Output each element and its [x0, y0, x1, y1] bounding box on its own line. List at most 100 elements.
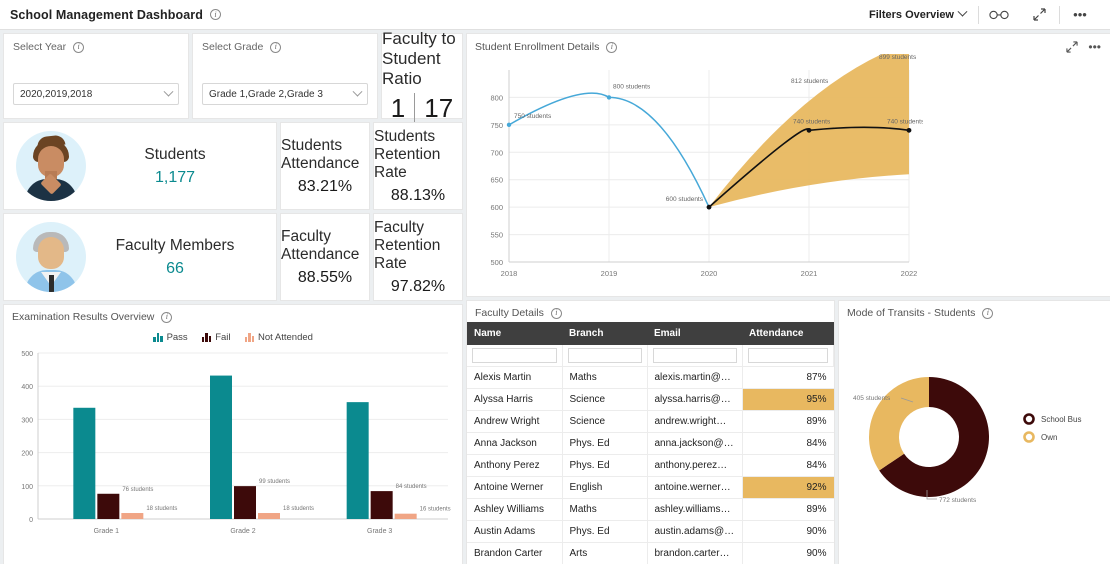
- chevron-down-icon: [957, 6, 968, 17]
- faculty-retention-card: Faculty Retention Rate 97.82%: [373, 213, 463, 301]
- svg-text:84 students: 84 students: [396, 484, 427, 490]
- info-icon[interactable]: i: [982, 307, 994, 319]
- svg-text:800: 800: [490, 93, 503, 102]
- cell-branch: English: [562, 476, 648, 499]
- info-icon[interactable]: i: [210, 9, 222, 20]
- table-row[interactable]: Andrew Wright Science andrew.wright@gm... 8…: [467, 410, 834, 433]
- legend-item-pass[interactable]: Pass: [153, 332, 188, 343]
- filters-overview-label: Filters Overview: [869, 8, 954, 21]
- info-icon[interactable]: i: [161, 311, 173, 323]
- enrollment-title: Student Enrollment Details: [475, 41, 600, 53]
- dashboard-body: Select Year i 2020,2019,2018 Select Grad…: [0, 28, 1110, 564]
- select-grade-dropdown[interactable]: Grade 1,Grade 2,Grade 3: [202, 83, 368, 105]
- column-header-name[interactable]: Name: [467, 322, 562, 345]
- select-grade-value: Grade 1,Grade 2,Grade 3: [209, 88, 323, 100]
- students-retention-value: 88.13%: [390, 186, 446, 204]
- info-icon[interactable]: i: [550, 307, 562, 319]
- cell-attendance: 95%: [742, 388, 834, 411]
- filter-cell-email: [647, 345, 743, 367]
- select-grade-label-wrap: Select Grade i: [202, 41, 368, 53]
- svg-text:650: 650: [490, 176, 503, 185]
- svg-text:812 students: 812 students: [791, 78, 829, 85]
- table-row[interactable]: Alyssa Harris Science alyssa.harris@gmai..…: [467, 388, 834, 411]
- select-grade-card: Select Grade i Grade 1,Grade 2,Grade 3: [192, 33, 378, 119]
- dashboard-root: School Management Dashboard i Filters Ov…: [0, 0, 1110, 564]
- cell-name: Anthony Perez: [467, 454, 563, 477]
- svg-text:2018: 2018: [501, 269, 518, 278]
- table-row[interactable]: Anna Jackson Phys. Ed anna.jackson@gma... 8…: [467, 432, 834, 455]
- filter-input-name[interactable]: [472, 348, 557, 363]
- table-row[interactable]: Austin AdamsPhys. Edaustin.adams@gma...9…: [467, 520, 834, 543]
- cell-name: Alexis Martin: [467, 366, 563, 389]
- cell-branch: Maths: [562, 498, 648, 521]
- select-year-label-wrap: Select Year i: [13, 41, 179, 53]
- faculty-retention-label: Faculty Retention Rate: [374, 218, 441, 272]
- faculty-details-card: Faculty Details i Name Branch Email Atte…: [466, 300, 835, 564]
- svg-text:600: 600: [490, 203, 503, 212]
- select-year-card: Select Year i 2020,2019,2018: [3, 33, 189, 119]
- svg-text:Grade 3: Grade 3: [367, 528, 392, 535]
- transits-title-wrap: Mode of Transits - Students i: [839, 301, 1110, 322]
- column-header-email[interactable]: Email: [647, 322, 742, 345]
- cell-attendance: 84%: [742, 432, 834, 455]
- info-icon[interactable]: i: [606, 41, 618, 53]
- legend-item-not-attended[interactable]: Not Attended: [244, 332, 313, 343]
- table-row[interactable]: Alexis Martin Maths alexis.martin@gmai... 8…: [467, 366, 834, 389]
- info-icon[interactable]: i: [270, 41, 282, 53]
- examination-chart: 0 100 200 300 400 500 Grade 1 76 students 18 stu…: [4, 345, 462, 564]
- svg-text:772 students: 772 students: [939, 497, 977, 504]
- table-row[interactable]: Ashley Williams Maths ashley.williams@g...…: [467, 498, 834, 521]
- cell-attendance: 89%: [742, 410, 834, 433]
- examination-title-wrap: Examination Results Overview i: [4, 305, 462, 326]
- select-year-dropdown[interactable]: 2020,2019,2018: [13, 83, 179, 105]
- expand-icon[interactable]: [1019, 0, 1059, 29]
- right-column: Student Enrollment Details i ••• 500 550 6…: [466, 33, 1110, 564]
- table-row[interactable]: Brandon CarterArtsbrandon.carter@gm...90…: [467, 542, 834, 564]
- cell-branch: Phys. Ed: [562, 432, 648, 455]
- filter-cell-name: [467, 345, 563, 367]
- cell-branch: Maths: [562, 366, 648, 389]
- svg-text:740 students: 740 students: [793, 118, 831, 125]
- svg-text:200: 200: [21, 451, 33, 458]
- more-options-icon[interactable]: •••: [1088, 40, 1101, 54]
- cell-name: Ashley Williams: [467, 498, 563, 521]
- faculty-members-value: 66: [166, 259, 184, 277]
- column-header-attendance[interactable]: Attendance: [742, 322, 834, 345]
- glasses-icon[interactable]: [979, 0, 1019, 29]
- students-retention-label: Students Retention Rate: [374, 127, 441, 181]
- cell-email: anthony.perez@gm...: [647, 454, 743, 477]
- faculty-attendance-card: Faculty Attendance 88.55%: [280, 213, 370, 301]
- student-enrollment-card: Student Enrollment Details i ••• 500 550 6…: [466, 33, 1110, 297]
- ratio-value: 1 17: [391, 93, 453, 124]
- info-icon[interactable]: i: [73, 41, 85, 53]
- svg-text:700: 700: [490, 148, 503, 157]
- table-row[interactable]: Anthony Perez Phys. Ed anthony.perez@gm...…: [467, 454, 834, 477]
- filter-input-email[interactable]: [652, 348, 737, 363]
- cell-name: Andrew Wright: [467, 410, 563, 433]
- filter-input-attendance[interactable]: [747, 348, 828, 363]
- expand-icon[interactable]: [1066, 41, 1079, 53]
- ratio-title: Faculty to Student Ratio: [382, 28, 456, 88]
- more-options-icon[interactable]: •••: [1060, 0, 1100, 29]
- students-kpi-text: Students 1,177: [86, 146, 264, 187]
- cell-attendance: 90%: [742, 520, 834, 543]
- column-header-branch[interactable]: Branch: [562, 322, 647, 345]
- svg-text:Own: Own: [1041, 433, 1057, 442]
- cell-attendance: 87%: [742, 366, 834, 389]
- cell-branch: Science: [562, 388, 648, 411]
- legend-item-fail[interactable]: Fail: [201, 332, 231, 343]
- filter-input-branch[interactable]: [567, 348, 642, 363]
- select-year-label: Select Year: [13, 41, 67, 53]
- students-value: 1,177: [154, 168, 196, 186]
- table-row[interactable]: Antoine Werner English antoine.werner@g...…: [467, 476, 834, 499]
- cell-email: antoine.werner@g...: [647, 476, 743, 499]
- svg-text:18 students: 18 students: [283, 506, 314, 512]
- students-retention-card: Students Retention Rate 88.13%: [373, 122, 463, 210]
- cell-email: ashley.williams@g...: [647, 498, 743, 521]
- faculty-table-scroll[interactable]: Name Branch Email Attendance Alexis Mart…: [467, 322, 834, 564]
- ratio-faculty: 1: [390, 92, 406, 123]
- bar-chart-icon: [153, 333, 163, 342]
- cell-email: anna.jackson@gma...: [647, 432, 743, 455]
- examination-legend: Pass Fail Not Attended: [4, 326, 462, 345]
- filters-overview-button[interactable]: Filters Overview: [857, 6, 978, 21]
